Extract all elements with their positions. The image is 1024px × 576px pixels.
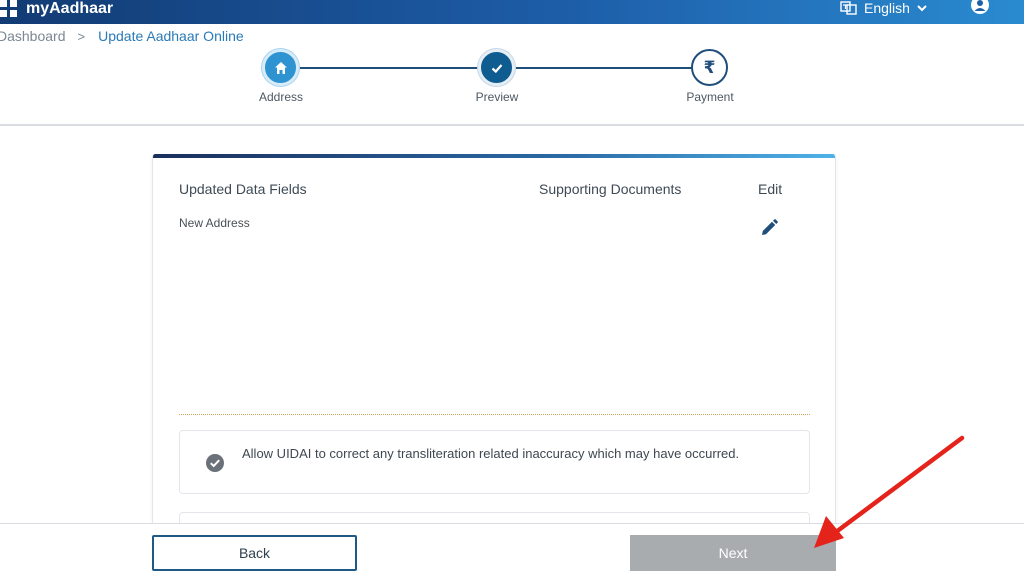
home-icon	[274, 61, 287, 74]
check-icon	[491, 63, 502, 73]
breadcrumb-current: Update Aadhaar Online	[98, 28, 244, 44]
column-supporting-documents: Supporting Documents	[539, 181, 682, 197]
language-label: English	[864, 0, 910, 16]
language-selector[interactable]: English	[840, 0, 928, 16]
step-address-label: Address	[258, 90, 304, 104]
header-divider	[0, 124, 1024, 126]
step-payment[interactable]: ₹	[691, 49, 728, 86]
breadcrumb-dashboard[interactable]: Dashboard	[0, 28, 66, 44]
breadcrumb: Dashboard > Update Aadhaar Online	[0, 28, 244, 44]
stepper-connector	[300, 67, 478, 69]
brand-name: myAadhaar	[26, 0, 114, 17]
column-updated-fields: Updated Data Fields	[179, 181, 307, 197]
card-accent-bar	[153, 154, 835, 158]
preview-card: Updated Data Fields Supporting Documents…	[152, 154, 836, 534]
step-address[interactable]	[262, 49, 299, 86]
step-payment-label: Payment	[686, 90, 734, 104]
column-edit: Edit	[758, 181, 783, 197]
rupee-icon: ₹	[703, 58, 716, 77]
step-preview-label: Preview	[475, 90, 519, 104]
consent-text: Allow UIDAI to correct any transliterati…	[242, 446, 740, 461]
section-divider	[179, 414, 810, 415]
pencil-icon[interactable]	[759, 218, 779, 238]
step-preview[interactable]	[478, 49, 515, 86]
check-circle-icon[interactable]	[205, 453, 225, 473]
breadcrumb-separator: >	[77, 28, 86, 44]
row-new-address: New Address	[179, 216, 250, 230]
consent-box[interactable]: Allow UIDAI to correct any transliterati…	[179, 430, 810, 494]
grid-icon	[0, 0, 18, 18]
footer-bar: Back Next	[0, 523, 1024, 576]
chevron-down-icon	[917, 5, 927, 12]
translate-icon	[840, 1, 857, 15]
top-header-bar: myAadhaar English	[0, 0, 1024, 24]
back-button[interactable]: Back	[152, 535, 357, 571]
stepper-connector	[516, 67, 692, 69]
next-button[interactable]: Next	[630, 535, 836, 571]
progress-stepper: Address Preview ₹ Payment	[0, 46, 1024, 108]
user-account-icon[interactable]	[970, 0, 990, 14]
